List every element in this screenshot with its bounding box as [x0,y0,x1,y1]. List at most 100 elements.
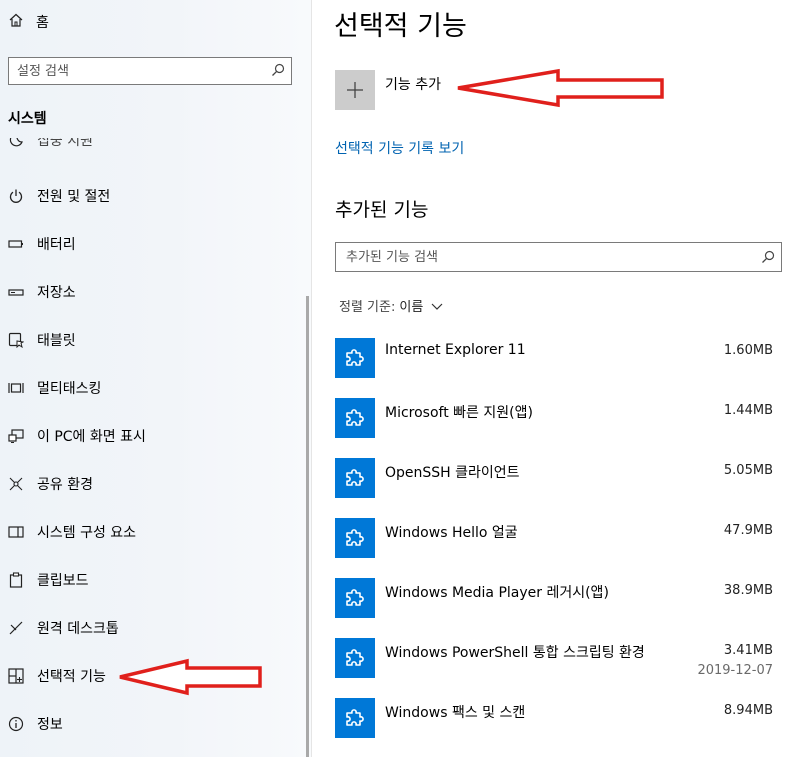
optional-features-page: 선택적 기능 기능 추가 선택적 기능 기록 보기 추가된 기능 정렬 기준: … [312,0,789,757]
feature-tile [335,638,375,678]
sidebar-item-system-components[interactable]: 시스템 구성 요소 [0,508,312,556]
feature-tile [335,458,375,498]
sidebar-item-optional-features[interactable]: 선택적 기능 [0,652,312,700]
sidebar-item-label: 클립보드 [37,573,89,589]
puzzle-icon [346,349,364,366]
feature-name: OpenSSH 클라이언트 [385,465,520,481]
feature-item[interactable]: Microsoft 빠른 지원(앱) 1.44MB [335,398,775,458]
feature-name: Microsoft 빠른 지원(앱) [385,405,533,421]
sidebar-item-label: 저장소 [37,285,76,301]
feature-item[interactable]: Windows 팩스 및 스캔 8.94MB [335,698,775,758]
sidebar-item-label: 시스템 구성 요소 [37,525,137,541]
feature-name: Windows 팩스 및 스캔 [385,705,526,721]
sidebar-item-multitasking[interactable]: 멀티태스킹 [0,364,312,412]
sidebar-item-remote-desktop[interactable]: 원격 데스크톱 [0,604,312,652]
installed-features-search-input[interactable] [336,243,746,271]
tablet-icon [8,332,24,348]
annotation-arrow-add-feature [457,68,664,108]
puzzle-icon [346,529,364,546]
feature-size: 47.9MB [723,523,773,538]
puzzle-icon [346,469,364,486]
sort-label: 정렬 기준: [339,300,396,315]
plus-icon [347,82,363,98]
sidebar-item-partial[interactable]: 집중 지원 [8,138,208,158]
feature-item[interactable]: Windows Media Player 레거시(앱) 38.9MB [335,578,775,638]
sidebar-item-label: 집중 지원 [37,138,93,149]
feature-name: Windows PowerShell 통합 스크립팅 환경 [385,645,645,661]
sort-value: 이름 [399,300,424,315]
home-label: 홈 [36,15,49,31]
installed-features-heading: 추가된 기능 [335,199,429,221]
feature-tile [335,578,375,618]
chevron-down-icon [431,303,443,310]
sidebar-item-label: 원격 데스크톱 [37,621,119,637]
page-title: 선택적 기능 [334,11,467,42]
feature-name: Windows Hello 얼굴 [385,525,518,541]
battery-icon [8,236,24,252]
multitasking-icon [8,380,24,396]
sidebar-item-project-to-pc[interactable]: 이 PC에 화면 표시 [0,412,312,460]
feature-item[interactable]: Internet Explorer 11 1.60MB [335,338,775,398]
puzzle-icon [346,649,364,666]
settings-search-box[interactable] [8,57,292,85]
installed-features-list: Internet Explorer 11 1.60MB Microsoft 빠른 지… [335,338,775,758]
feature-item[interactable]: OpenSSH 클라이언트 5.05MB [335,458,775,518]
settings-search-input[interactable] [9,58,257,84]
feature-size: 5.05MB [723,463,773,478]
feature-item[interactable]: Windows PowerShell 통합 스크립팅 환경 3.41MB 2019-… [335,638,775,698]
project-icon [8,428,24,444]
remote-desktop-icon [8,620,24,636]
sort-dropdown[interactable]: 정렬 기준: 이름 [339,296,443,315]
sidebar-item-power-sleep[interactable]: 전원 및 절전 [0,172,312,220]
feature-tile [335,698,375,738]
feature-date: 2019-12-07 [697,663,773,678]
system-components-icon [8,524,24,540]
add-feature-button[interactable] [335,70,375,110]
feature-size: 1.60MB [723,343,773,358]
sidebar-item-shared-experiences[interactable]: 공유 환경 [0,460,312,508]
feature-size: 38.9MB [723,583,773,598]
focus-assist-icon [8,138,24,148]
home-nav-item[interactable]: 홈 [8,12,49,32]
optional-features-icon [8,668,24,684]
view-feature-history-link[interactable]: 선택적 기능 기록 보기 [335,138,464,158]
power-icon [8,188,24,204]
sidebar-item-label: 이 PC에 화면 표시 [37,429,146,445]
feature-tile [335,398,375,438]
shared-experiences-icon [8,476,24,492]
feature-tile [335,518,375,558]
sidebar-item-label: 선택적 기능 [37,669,106,685]
puzzle-icon [346,589,364,606]
home-icon [8,12,36,32]
sidebar-item-label: 전원 및 절전 [37,189,111,205]
sidebar-item-about[interactable]: 정보 [0,700,312,748]
info-icon [8,716,24,732]
installed-features-search-box[interactable] [335,242,782,272]
puzzle-icon [346,409,364,426]
sidebar-item-label: 정보 [37,717,63,733]
feature-tile [335,338,375,378]
clipboard-icon [8,572,24,588]
add-feature-label[interactable]: 기능 추가 [385,74,441,94]
sidebar-item-tablet[interactable]: 태블릿 [0,316,312,364]
sidebar-scrollbar[interactable] [306,296,309,757]
sidebar-item-label: 멀티태스킹 [37,381,102,397]
feature-size: 3.41MB [723,643,773,658]
feature-name: Internet Explorer 11 [385,342,526,358]
sidebar-nav: 전원 및 절전 배터리 저장소 태블릿 멀티태스킹 이 PC에 화면 표시 공유… [0,172,312,748]
sidebar-item-clipboard[interactable]: 클립보드 [0,556,312,604]
feature-name: Windows Media Player 레거시(앱) [385,585,609,601]
puzzle-icon [346,709,364,726]
section-title-system: 시스템 [8,111,47,127]
sidebar-item-battery[interactable]: 배터리 [0,220,312,268]
feature-size: 8.94MB [723,703,773,718]
search-icon[interactable] [761,250,775,264]
storage-icon [8,284,24,300]
sidebar-item-label: 공유 환경 [37,477,93,493]
sidebar-item-label: 태블릿 [37,333,76,349]
feature-item[interactable]: Windows Hello 얼굴 47.9MB [335,518,775,578]
search-icon[interactable] [271,63,285,77]
sidebar-item-label: 배터리 [37,237,76,253]
settings-sidebar: 홈 시스템 집중 지원 전원 및 절전 배터리 저장소 태블릿 [0,0,312,757]
sidebar-item-storage[interactable]: 저장소 [0,268,312,316]
